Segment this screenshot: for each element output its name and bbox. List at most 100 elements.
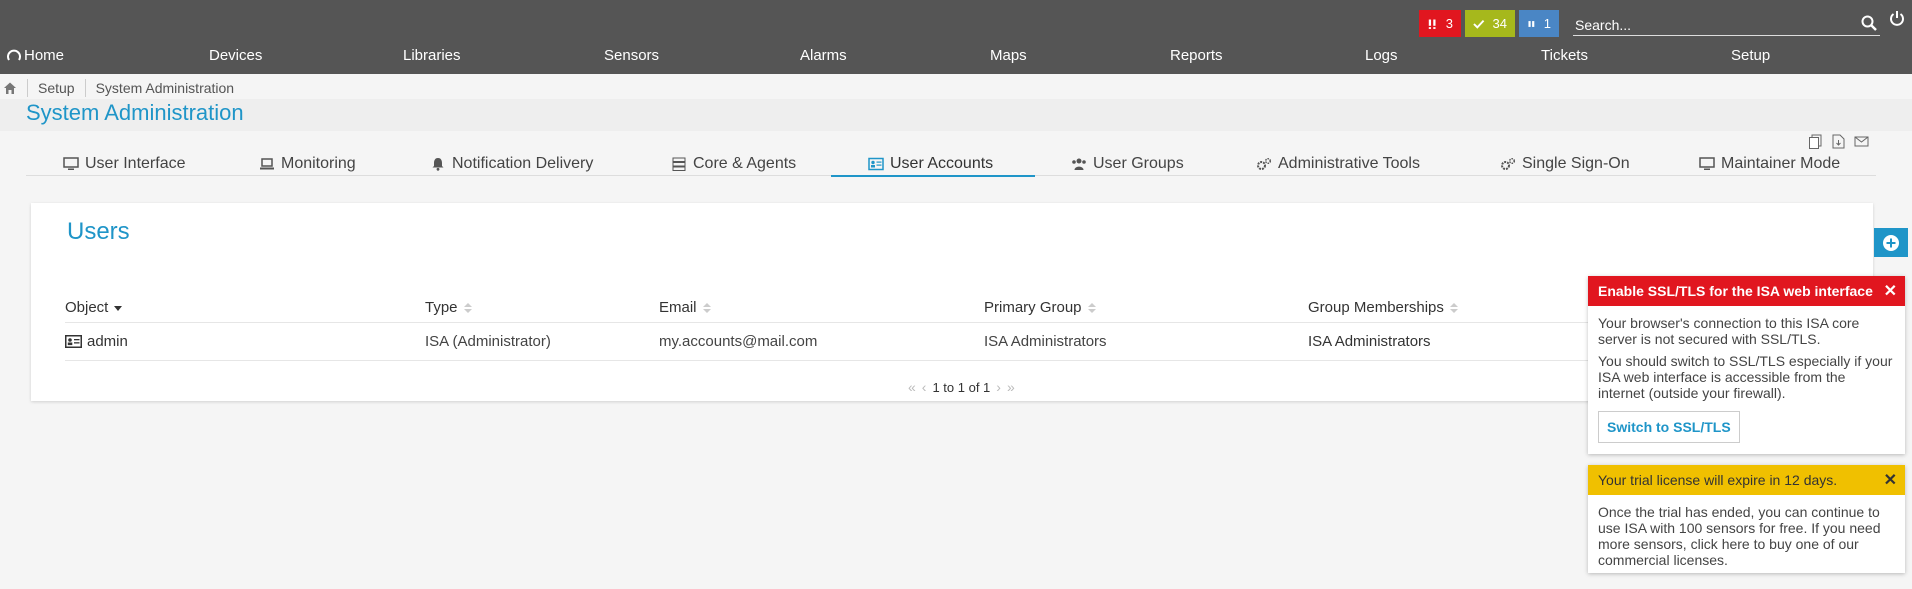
prev-page-icon[interactable]: ‹ — [922, 379, 927, 395]
ssl-notification-title: Enable SSL/TLS for the ISA web interface — [1598, 283, 1873, 299]
tab-label: User Interface — [85, 155, 186, 172]
monitor-icon — [63, 157, 79, 170]
column-label: Type — [425, 299, 458, 316]
cell-email: my.accounts@mail.com — [659, 333, 818, 350]
switch-to-ssl-button[interactable]: Switch to SSL/TLS — [1598, 411, 1740, 443]
tab-user-groups[interactable]: User Groups — [1071, 152, 1184, 176]
paused-count: 1 — [1543, 16, 1551, 31]
error-status-badge[interactable]: 3 — [1419, 10, 1461, 37]
status-summary: 3 34 1 — [1419, 10, 1559, 37]
pause-icon — [1528, 20, 1535, 27]
cell-object[interactable]: admin — [65, 333, 128, 350]
ok-status-badge[interactable]: 34 — [1465, 10, 1515, 37]
nav-logs[interactable]: Logs — [1365, 47, 1398, 64]
ssl-notification: Enable SSL/TLS for the ISA web interface… — [1588, 276, 1905, 454]
trial-notification-text: Once the trial has ended, you can contin… — [1598, 504, 1881, 568]
cell-type: ISA (Administrator) — [425, 333, 551, 350]
users-title: Users — [67, 218, 130, 245]
copy-icon[interactable] — [1808, 134, 1823, 149]
settings-tabs: User Interface Monitoring Notification D… — [26, 152, 1876, 177]
last-page-icon[interactable]: » — [1007, 379, 1015, 395]
email-icon[interactable] — [1854, 134, 1869, 149]
nav-alarms[interactable]: Alarms — [800, 47, 847, 64]
tab-user-accounts[interactable]: User Accounts — [868, 152, 993, 176]
search-box — [1573, 12, 1880, 36]
tab-notification-delivery[interactable]: Notification Delivery — [430, 152, 593, 176]
sort-icon — [1449, 302, 1458, 313]
first-page-icon[interactable]: « — [908, 379, 916, 395]
export-document-icon[interactable] — [1831, 134, 1846, 149]
column-type[interactable]: Type — [425, 299, 472, 316]
breadcrumb-setup[interactable]: Setup — [38, 80, 75, 96]
nav-home[interactable]: Home — [7, 47, 64, 64]
tab-administrative-tools[interactable]: Administrative Tools — [1256, 152, 1420, 176]
main-nav: Home Devices Libraries Sensors Alarms Ma… — [0, 47, 1912, 69]
home-dial-icon — [7, 49, 21, 61]
column-email[interactable]: Email — [659, 299, 711, 316]
tab-label: User Groups — [1093, 155, 1184, 172]
top-bar: 3 34 1 Home Devices Libraries Sensors Al… — [0, 0, 1912, 74]
breadcrumb-divider — [27, 78, 28, 97]
active-tab-indicator — [831, 175, 1035, 177]
home-icon[interactable] — [3, 81, 17, 95]
nav-setup[interactable]: Setup — [1731, 47, 1770, 64]
alert-icon — [1428, 19, 1436, 29]
breadcrumb-system-administration[interactable]: System Administration — [96, 80, 235, 96]
cell-primary-group: ISA Administrators — [984, 333, 1107, 350]
trial-notification[interactable]: Your trial license will expire in 12 day… — [1588, 465, 1905, 573]
pager-text: 1 to 1 of 1 — [932, 379, 991, 395]
nav-tickets[interactable]: Tickets — [1541, 47, 1588, 64]
breadcrumb: Setup System Administration — [0, 76, 1912, 99]
nav-maps[interactable]: Maps — [990, 47, 1027, 64]
sort-icon — [1087, 302, 1096, 313]
next-page-icon[interactable]: › — [996, 379, 1001, 395]
page-tools — [1808, 134, 1869, 149]
column-primary-group[interactable]: Primary Group — [984, 299, 1096, 316]
sort-icon — [463, 302, 472, 313]
tab-user-interface[interactable]: User Interface — [63, 152, 185, 176]
server-icon — [672, 157, 686, 171]
column-group-memberships[interactable]: Group Memberships — [1308, 299, 1458, 316]
plus-circle-icon — [1883, 234, 1899, 251]
tab-single-sign-on[interactable]: Single Sign-On — [1500, 152, 1630, 176]
add-user-button[interactable] — [1874, 228, 1908, 257]
close-icon[interactable]: ✕ — [1884, 470, 1897, 490]
paused-status-badge[interactable]: 1 — [1519, 10, 1559, 37]
column-label: Email — [659, 299, 697, 316]
nav-home-label: Home — [24, 47, 65, 64]
close-icon[interactable]: ✕ — [1884, 281, 1897, 301]
monitor-icon — [1699, 157, 1715, 170]
users-icon — [1072, 158, 1086, 170]
id-card-icon — [868, 157, 884, 171]
pagination: « ‹ 1 to 1 of 1 › » — [908, 379, 1015, 395]
column-object[interactable]: Object — [65, 299, 123, 316]
tab-label: Monitoring — [281, 155, 356, 172]
logout-power-icon[interactable] — [1889, 10, 1905, 26]
trial-notification-title: Your trial license will expire in 12 day… — [1598, 472, 1838, 488]
page-title: System Administration — [26, 100, 244, 125]
search-icon[interactable] — [1860, 14, 1878, 32]
tab-core-agents[interactable]: Core & Agents — [671, 152, 796, 176]
ssl-notification-body: Your browser's connection to this ISA co… — [1588, 306, 1905, 453]
column-label: Primary Group — [984, 299, 1082, 316]
bell-icon — [432, 158, 444, 171]
nav-sensors[interactable]: Sensors — [604, 47, 659, 64]
ssl-notification-header: Enable SSL/TLS for the ISA web interface… — [1588, 276, 1905, 306]
nav-devices[interactable]: Devices — [209, 47, 262, 64]
tab-maintainer-mode[interactable]: Maintainer Mode — [1699, 152, 1840, 176]
sort-icon — [702, 302, 711, 313]
tab-label: Core & Agents — [693, 155, 797, 172]
sort-desc-icon — [114, 305, 123, 311]
search-input[interactable] — [1573, 12, 1843, 34]
nav-libraries[interactable]: Libraries — [403, 47, 461, 64]
tab-label: Maintainer Mode — [1721, 155, 1841, 172]
cell-group-memberships: ISA Administrators — [1308, 333, 1431, 350]
tab-monitoring[interactable]: Monitoring — [259, 152, 356, 176]
tab-label: Administrative Tools — [1278, 155, 1420, 172]
tab-label: Notification Delivery — [452, 155, 594, 172]
nav-reports[interactable]: Reports — [1170, 47, 1223, 64]
column-label: Object — [65, 299, 109, 316]
gears-icon — [1257, 157, 1272, 170]
user-card-icon — [65, 335, 82, 348]
trial-notification-body: Once the trial has ended, you can contin… — [1588, 495, 1905, 584]
